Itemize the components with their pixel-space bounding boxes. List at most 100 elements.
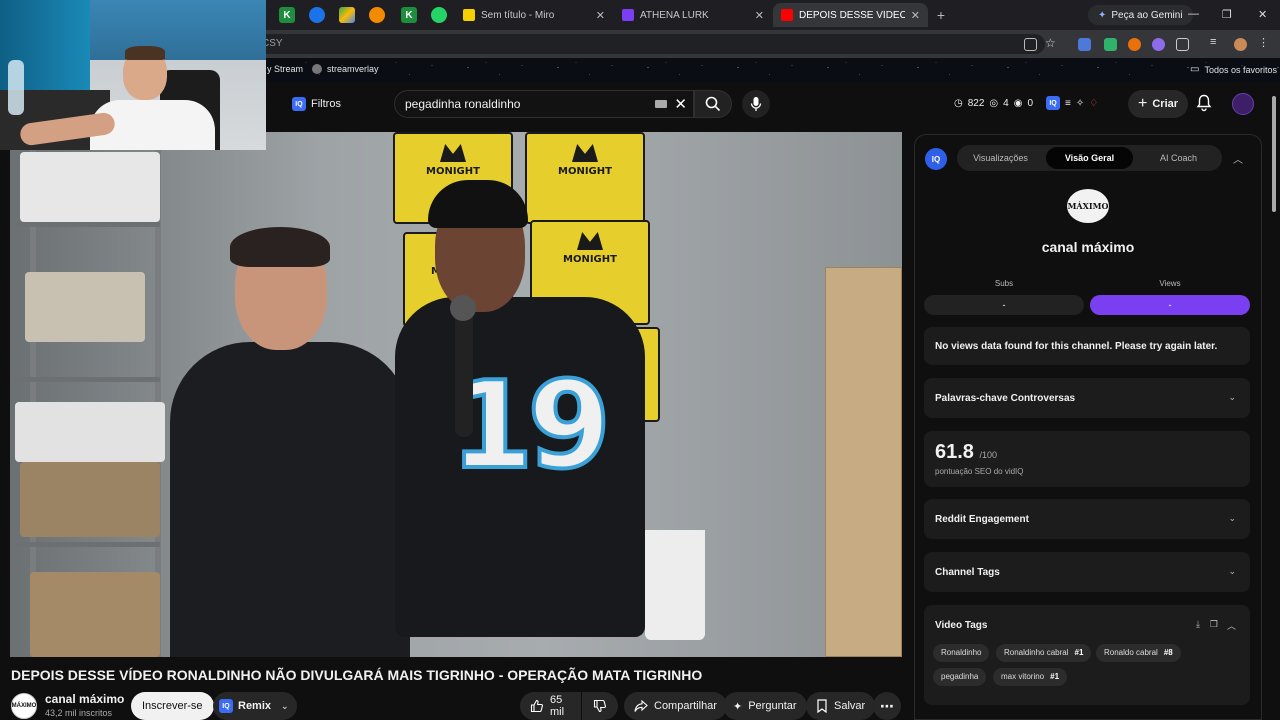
vidiq-channel-name: canal máximo <box>1041 239 1135 255</box>
close-window-icon[interactable]: ✕ <box>1258 8 1267 21</box>
remix-button[interactable]: IQ Remix ⌄ <box>213 692 297 720</box>
tab-youtube-video[interactable]: DEPOIS DESSE VÍDEO RON... ✕ <box>773 3 928 27</box>
share-button[interactable]: Compartilhar <box>624 692 727 720</box>
share-arrow-icon <box>634 699 648 713</box>
subs-toggle[interactable]: - <box>924 295 1084 315</box>
search-icon <box>705 96 721 112</box>
video-tag[interactable]: pegadinha <box>933 668 987 686</box>
close-tab-icon[interactable]: ✕ <box>911 9 920 22</box>
account-avatar[interactable] <box>1232 93 1254 115</box>
tab-visualizacoes[interactable]: Visualizações <box>957 147 1044 169</box>
bookmark-streamverlay[interactable]: streamverlay <box>312 64 379 74</box>
video-tag[interactable]: Ronaldo cabral #8 <box>1096 644 1181 662</box>
pinned-tab-drive[interactable] <box>339 7 355 23</box>
vidiq-tab-switcher: Visualizações Visão Geral AI Coach <box>957 145 1222 171</box>
more-menu-icon[interactable]: ⋮ <box>1258 36 1271 49</box>
reading-list-icon[interactable]: ≡ <box>1210 36 1223 49</box>
search-input[interactable]: pegadinha ronaldinho ✕ <box>394 90 694 118</box>
pinned-tab-k2[interactable]: K <box>401 7 417 23</box>
youtube-favicon-icon <box>781 9 793 21</box>
pinned-tab-cloud[interactable] <box>369 7 385 23</box>
plus-icon: + <box>1138 95 1148 112</box>
new-tab-button[interactable]: + <box>932 6 950 24</box>
close-tab-icon[interactable]: ✕ <box>755 9 764 22</box>
channel-logo: MÁXIMO <box>1067 189 1109 223</box>
tab-athena[interactable]: ATHENA LURK ✕ <box>614 3 772 27</box>
save-button[interactable]: Salvar <box>806 692 876 720</box>
profile-avatar-icon[interactable] <box>1234 38 1247 51</box>
translate-extension-icon[interactable] <box>1078 38 1091 51</box>
dislike-button[interactable] <box>582 692 618 720</box>
extension-icon[interactable] <box>1128 38 1141 51</box>
list-icon[interactable]: ≡ <box>1065 98 1071 109</box>
search-button[interactable] <box>694 90 732 118</box>
chevron-up-icon[interactable]: ︿ <box>1233 151 1243 166</box>
bookmark-stream[interactable]: y Stream <box>267 64 303 74</box>
vidiq-icon: IQ <box>219 699 233 713</box>
pinned-tab-globe[interactable] <box>309 7 325 23</box>
award-icon[interactable]: ✧ <box>1076 98 1084 109</box>
vidiq-icon[interactable]: IQ <box>1046 96 1061 110</box>
microphone-icon <box>750 97 762 111</box>
omnibox[interactable]: CSY <box>250 34 1045 54</box>
jersey-number: 19 <box>448 355 613 498</box>
ask-button[interactable]: ✦ Perguntar <box>723 692 807 720</box>
channel-avatar[interactable]: MÁXIMO <box>11 693 37 719</box>
tab-miro[interactable]: Sem título - Miro ✕ <box>455 3 613 27</box>
maximize-icon[interactable]: ❐ <box>1222 8 1232 21</box>
subscribe-button[interactable]: Inscrever-se <box>131 692 214 720</box>
minimize-icon[interactable]: — <box>1188 8 1199 20</box>
pinned-tab-whatsapp[interactable] <box>431 7 447 23</box>
views-toggle[interactable]: - <box>1090 295 1250 315</box>
vidiq-panel: IQ Visualizações Visão Geral AI Coach ︿ … <box>914 134 1262 720</box>
video-tag[interactable]: max vitorino #1 <box>993 668 1068 686</box>
seo-score-card: 61.8 /100 pontuação SEO do vidIQ <box>924 431 1250 487</box>
extension-icon[interactable] <box>1104 38 1117 51</box>
chevron-up-icon[interactable]: ︿ <box>1227 619 1236 632</box>
video-title: DEPOIS DESSE VÍDEO RONALDINHO NÃO DIVULG… <box>11 667 703 683</box>
chevron-down-icon: ⌄ <box>1228 392 1236 402</box>
gemini-button[interactable]: ✦ Peça ao Gemini <box>1088 5 1193 25</box>
clear-search-icon[interactable]: ✕ <box>674 95 687 113</box>
tab-visao-geral[interactable]: Visão Geral <box>1046 147 1133 169</box>
person-hoodie <box>170 342 410 657</box>
vidiq-icon: IQ <box>292 97 306 111</box>
voice-search-button[interactable] <box>742 90 770 118</box>
bookmark-favicon-icon <box>312 64 322 74</box>
create-button[interactable]: + Criar <box>1128 90 1189 118</box>
reddit-engagement-card[interactable]: Reddit Engagement ⌄ <box>924 499 1250 539</box>
more-actions-button[interactable]: ⋯ <box>873 692 901 720</box>
chevron-down-icon: ⌄ <box>1228 513 1236 523</box>
channel-name[interactable]: canal máximo <box>45 692 124 706</box>
video-tag[interactable]: Ronaldinho <box>933 644 990 662</box>
download-icon[interactable]: ⤓ <box>1196 619 1200 630</box>
extensions-puzzle-icon[interactable] <box>1176 38 1189 51</box>
bookmark-icon <box>816 699 828 713</box>
tab-ai-coach[interactable]: AI Coach <box>1135 147 1222 169</box>
cast-icon[interactable] <box>1024 38 1037 51</box>
thumbs-down-icon <box>593 699 607 713</box>
like-button[interactable]: 65 mil <box>520 692 581 720</box>
folder-icon: ▭ <box>1190 64 1200 75</box>
video-player[interactable]: MONIGHT MONIGHT MONIGHT MONIGHT 19 <box>10 132 902 657</box>
scrollbar-thumb[interactable] <box>1272 96 1276 212</box>
video-tag[interactable]: Ronaldinho cabral #1 <box>996 644 1092 662</box>
pinned-tab-k1[interactable]: K <box>279 7 295 23</box>
thumbs-up-icon <box>530 699 544 713</box>
extension-icon[interactable] <box>1152 38 1165 51</box>
vidiq-filters-button[interactable]: IQ Filtros <box>286 92 347 116</box>
vidiq-logo-icon[interactable]: IQ <box>925 148 947 170</box>
bookmark-star-icon[interactable]: ☆ <box>1045 36 1058 50</box>
keyboard-icon[interactable] <box>655 100 667 108</box>
twitch-favicon-icon <box>622 9 634 21</box>
gemini-spark-icon: ✦ <box>1098 9 1107 21</box>
close-tab-icon[interactable]: ✕ <box>596 9 605 22</box>
all-bookmarks[interactable]: ▭ Todos os favoritos <box>1190 64 1277 75</box>
copy-icon[interactable]: ❐ <box>1210 619 1218 630</box>
channel-tags-card[interactable]: Channel Tags ⌄ <box>924 552 1250 592</box>
video-tags-card: Video Tags ⤓ ❐ ︿ Ronaldinho Ronaldinho c… <box>924 605 1250 705</box>
controversial-keywords-card[interactable]: Palavras-chave Controversas ⌄ <box>924 378 1250 418</box>
notifications-bell-icon[interactable] <box>1196 94 1212 112</box>
alert-bell-icon[interactable]: ♢ <box>1089 98 1098 109</box>
chevron-down-icon: ⌄ <box>281 700 289 711</box>
